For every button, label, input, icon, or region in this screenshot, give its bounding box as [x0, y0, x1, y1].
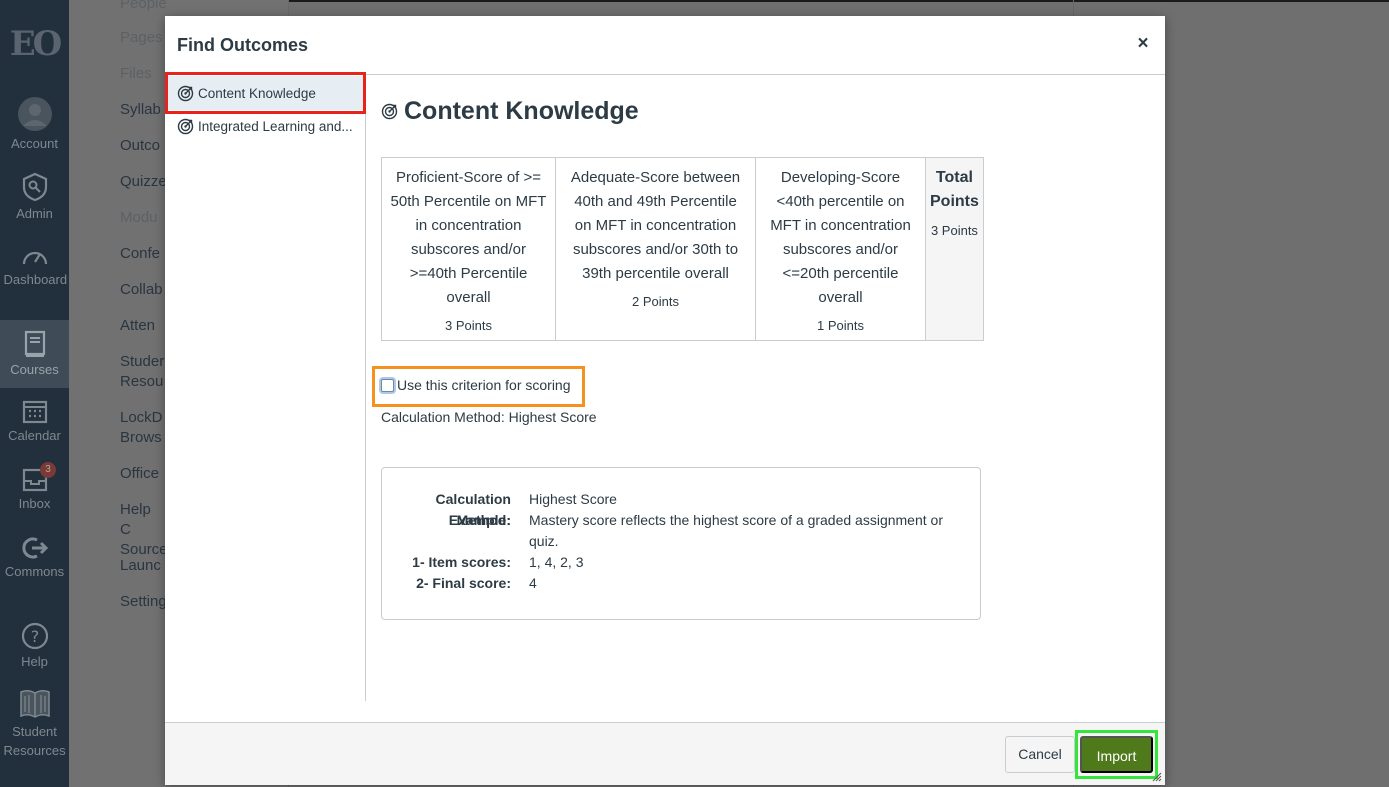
course-link-help-sources[interactable]: Help C Source: [120, 500, 168, 560]
course-link-modules[interactable]: Modu: [120, 208, 158, 228]
nav-admin[interactable]: Admin: [0, 172, 69, 223]
course-link-settings[interactable]: Setting: [120, 592, 167, 612]
calc-key: 1- Item scores:: [412, 554, 511, 570]
calculation-method-summary: Calculation Method: Highest Score: [381, 409, 597, 425]
rubric-table: Proficient-Score of >= 50th Percentile o…: [381, 157, 984, 341]
dialog-header: Find Outcomes ×: [165, 16, 1165, 75]
tree-item-label: Integrated Learning and...: [198, 118, 353, 134]
nav-inbox[interactable]: 3 Inbox: [0, 462, 69, 513]
calc-row-item-scores: 1- Item scores: 1, 4, 2, 3: [382, 552, 949, 573]
nav-courses[interactable]: Courses: [0, 320, 69, 388]
book-icon: [24, 330, 45, 357]
tree-item-integrated-learning[interactable]: Integrated Learning and...: [165, 109, 364, 143]
rating-points: 1 Points: [817, 318, 864, 333]
course-link-lockdown-browser[interactable]: LockD Brows: [120, 408, 164, 448]
svg-text:?: ?: [30, 627, 39, 646]
nav-help[interactable]: ? Help: [0, 622, 69, 671]
course-link-launch[interactable]: Launc: [120, 556, 161, 576]
dialog-title: Find Outcomes: [177, 35, 309, 55]
course-link-conferences[interactable]: Confe: [120, 244, 160, 264]
calc-value: 1, 4, 2, 3: [529, 554, 584, 570]
course-link-student-resources[interactable]: Studer Resou: [120, 352, 164, 392]
highlight-import-button: [1075, 730, 1158, 779]
outcome-tree: Content Knowledge Integrated Learning an…: [165, 75, 366, 701]
course-link-pages[interactable]: Pages: [120, 28, 163, 48]
nav-commons[interactable]: Commons: [0, 536, 69, 581]
course-link-files[interactable]: Files: [120, 64, 152, 84]
account-avatar-icon: [17, 97, 52, 131]
global-navigation: EO Account Admin Dashboard Courses Calen…: [0, 0, 69, 787]
close-button[interactable]: ×: [1135, 34, 1151, 54]
outcome-detail: Content Knowledge Proficient-Score of >=…: [367, 75, 1165, 701]
course-link-syllabus[interactable]: Syllab: [120, 100, 161, 120]
highlight-selected-outcome: [165, 72, 366, 114]
course-link-quizzes[interactable]: Quizze: [120, 172, 167, 192]
find-outcomes-dialog: Find Outcomes × Content Knowledge Integr…: [165, 16, 1165, 785]
calc-key: Example:: [448, 512, 511, 528]
help-icon: ?: [21, 622, 48, 650]
nav-dashboard[interactable]: Dashboard: [0, 244, 69, 289]
outcome-title: Content Knowledge: [381, 97, 639, 126]
course-link-outcomes[interactable]: Outco: [120, 136, 160, 156]
calc-key: 2- Final score:: [416, 575, 511, 591]
rating-cell: Adequate-Score between 40th and 49th Per…: [555, 157, 756, 341]
dialog-footer: Cancel Import: [165, 722, 1165, 785]
shield-icon: [22, 172, 47, 202]
use-criterion-checkbox[interactable]: [381, 378, 394, 392]
rating-points: 2 Points: [632, 294, 679, 309]
use-criterion-option[interactable]: Use this criterion for scoring: [381, 377, 571, 393]
speedometer-icon: [22, 251, 47, 265]
commons-icon: [21, 537, 48, 559]
use-criterion-label: Use this criterion for scoring: [397, 377, 571, 393]
course-link-attendance[interactable]: Atten: [120, 316, 155, 336]
calculation-details-panel: Calculation Method: Highest Score Exampl…: [381, 467, 981, 620]
inbox-unread-badge: 3: [40, 462, 56, 478]
calc-value: 4: [529, 575, 537, 591]
course-link-collaborations[interactable]: Collab: [120, 280, 163, 300]
resize-grip-icon[interactable]: [1152, 772, 1162, 782]
outcome-target-icon: [381, 103, 398, 120]
nav-account[interactable]: Account: [0, 96, 69, 153]
open-book-icon: [19, 689, 50, 718]
nav-calendar[interactable]: Calendar: [0, 398, 69, 445]
rating-points: 3 Points: [445, 318, 492, 333]
calc-row-final-score: 2- Final score: 4: [382, 573, 949, 594]
calc-row-example: Example: Mastery score reflects the high…: [382, 510, 949, 552]
close-icon: ×: [1137, 33, 1149, 54]
institution-logo[interactable]: EO: [0, 20, 69, 68]
calc-value: Mastery score reflects the highest score…: [529, 512, 943, 549]
rating-cell: Developing-Score <40th percentile on MFT…: [755, 157, 926, 341]
rating-description: Adequate-Score between 40th and 49th Per…: [570, 169, 741, 282]
total-points-header: Total Points: [930, 169, 979, 210]
course-link-office[interactable]: Office: [120, 464, 159, 484]
rating-cell: Proficient-Score of >= 50th Percentile o…: [381, 157, 556, 341]
rating-description: Developing-Score <40th percentile on MFT…: [770, 169, 911, 306]
calendar-icon: [22, 400, 47, 424]
course-link-people[interactable]: People: [120, 0, 167, 14]
total-points-value: 3 Points: [930, 223, 978, 238]
outcome-target-icon: [177, 118, 194, 134]
rating-description: Proficient-Score of >= 50th Percentile o…: [390, 169, 547, 306]
cancel-button[interactable]: Cancel: [1005, 736, 1075, 773]
nav-student-resources[interactable]: Student Resources: [0, 686, 69, 760]
total-points-cell: Total Points 3 Points: [925, 157, 984, 341]
